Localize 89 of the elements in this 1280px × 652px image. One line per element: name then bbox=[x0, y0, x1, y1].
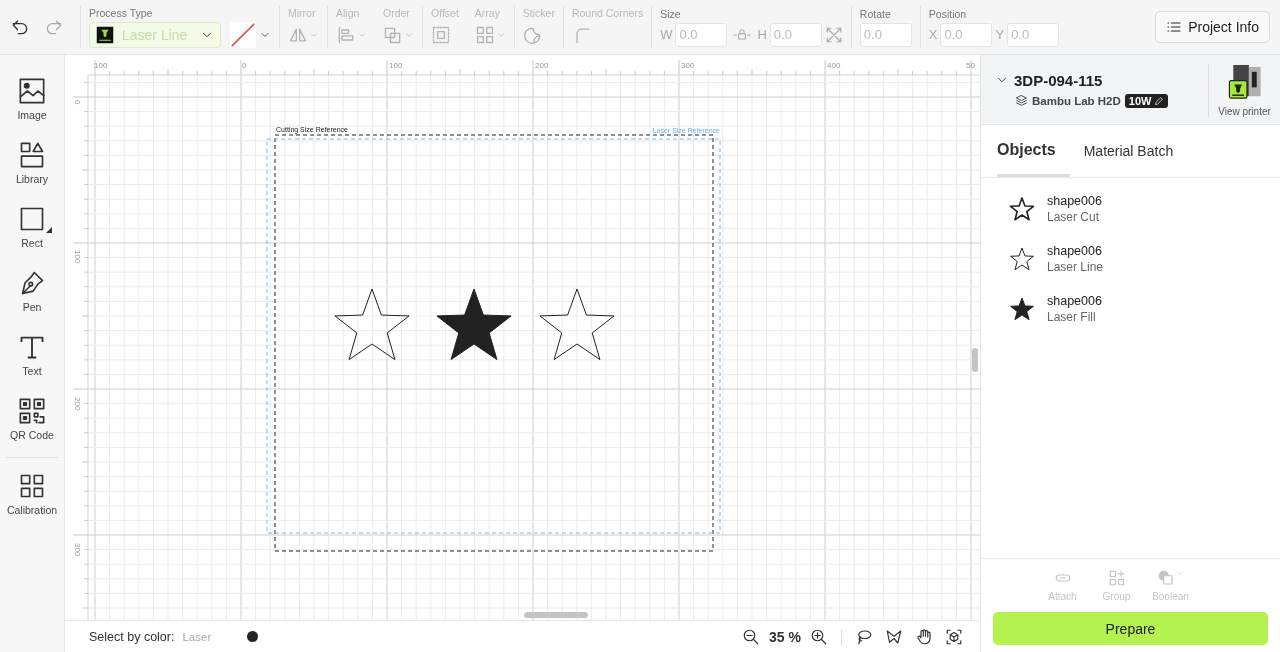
laser-icon bbox=[96, 25, 114, 44]
ruler-label: 0 bbox=[242, 61, 247, 70]
sidebar-item[interactable]: Rect bbox=[2, 205, 62, 269]
position-label: Position bbox=[928, 7, 968, 20]
shapes-icon bbox=[18, 141, 46, 169]
hand-icon[interactable] bbox=[915, 627, 933, 646]
boolean-icon bbox=[1157, 569, 1175, 587]
horizontal-scrollbar[interactable] bbox=[524, 612, 588, 618]
object-process: Laser Line bbox=[1047, 260, 1104, 274]
star-icon bbox=[1009, 246, 1035, 272]
list-icon bbox=[1166, 19, 1183, 35]
field-prefix: Y bbox=[995, 27, 1005, 42]
expand-icon[interactable] bbox=[824, 25, 843, 44]
field-prefix: H bbox=[757, 27, 767, 42]
field-prefix: X bbox=[928, 27, 938, 42]
sidebar-item[interactable]: Pen bbox=[2, 269, 62, 333]
laser-power-badge[interactable]: 10W bbox=[1124, 93, 1169, 108]
square-icon bbox=[18, 205, 46, 233]
zoom-in-icon[interactable] bbox=[810, 627, 828, 646]
slash-icon bbox=[230, 21, 256, 48]
object-list-item[interactable]: shape006 Laser Cut bbox=[981, 184, 1280, 234]
undo-icon[interactable] bbox=[10, 17, 30, 37]
select-tool-icon[interactable] bbox=[885, 627, 903, 646]
grid-icon[interactable] bbox=[474, 24, 495, 45]
zoom-out-icon[interactable] bbox=[742, 627, 761, 646]
image-icon bbox=[18, 77, 46, 105]
tool-label: Offset bbox=[431, 6, 459, 19]
layers-icon bbox=[1015, 94, 1028, 107]
object-name: shape006 bbox=[1047, 244, 1103, 258]
tool-label: Mirror bbox=[288, 6, 316, 19]
align-left-icon[interactable] bbox=[336, 24, 356, 45]
printer-model: Bambu Lab H2D bbox=[1032, 94, 1121, 107]
caret-icon bbox=[1175, 569, 1184, 578]
filled-star-icon bbox=[1009, 296, 1035, 322]
project-info-button[interactable]: Project Info bbox=[1155, 11, 1270, 43]
line-color-select[interactable] bbox=[230, 21, 256, 48]
ruler-label: 100 bbox=[73, 250, 82, 264]
prepare-button[interactable]: Prepare bbox=[993, 612, 1268, 645]
ruler-label: 300 bbox=[73, 543, 82, 557]
sidebar-item[interactable]: Text bbox=[2, 333, 62, 397]
ruler-label: 50 bbox=[966, 61, 975, 70]
panel-tab[interactable]: Objects bbox=[997, 125, 1070, 177]
tool-label: Sticker bbox=[522, 6, 555, 19]
outlined-star[interactable] bbox=[539, 288, 615, 361]
ruler-label: 200 bbox=[535, 61, 549, 70]
object-process: Laser Cut bbox=[1047, 210, 1101, 224]
panel-tab[interactable]: Material Batch bbox=[1083, 125, 1190, 177]
sidebar-item[interactable]: Image bbox=[2, 77, 62, 141]
object-list-item[interactable]: shape006 Laser Fill bbox=[981, 284, 1280, 334]
object-name: shape006 bbox=[1047, 194, 1102, 208]
ruler-label: 400 bbox=[827, 61, 841, 70]
tool-label: Round Corners bbox=[571, 6, 644, 19]
object-name: shape006 bbox=[1047, 294, 1102, 308]
pencil-icon bbox=[1154, 95, 1165, 106]
ruler-label: 100 bbox=[94, 61, 108, 70]
grid-icon bbox=[18, 472, 46, 500]
outlined-star[interactable] bbox=[334, 288, 410, 361]
vertical-scrollbar[interactable] bbox=[972, 348, 978, 372]
tool-label: Array bbox=[474, 6, 500, 19]
lasso-icon[interactable] bbox=[855, 627, 873, 646]
printer-name[interactable]: 3DP-094-115 bbox=[1014, 71, 1103, 89]
size-label: Size bbox=[660, 7, 682, 20]
filled-star[interactable] bbox=[436, 288, 512, 361]
star-icon bbox=[1009, 196, 1035, 222]
rotate-label: Rotate bbox=[859, 7, 892, 20]
ruler-label: 100 bbox=[389, 61, 403, 70]
redo-icon[interactable] bbox=[44, 17, 64, 37]
group-icon bbox=[1107, 569, 1126, 587]
offset-icon[interactable] bbox=[431, 24, 451, 45]
sidebar-item[interactable]: Calibration bbox=[2, 472, 62, 536]
fit-view-icon[interactable] bbox=[945, 627, 963, 646]
object-list-item[interactable]: shape006 Laser Line bbox=[981, 234, 1280, 284]
process-type-label: Process Type bbox=[89, 6, 154, 19]
color-dot[interactable] bbox=[247, 631, 259, 642]
zoom-level: 35 % bbox=[769, 628, 801, 645]
tool-label: Order bbox=[383, 6, 410, 19]
ruler-label: 200 bbox=[73, 397, 82, 411]
ruler-label: 300 bbox=[681, 61, 695, 70]
process-filter-label: Laser bbox=[182, 630, 212, 643]
sidebar-item[interactable]: Library bbox=[2, 141, 62, 205]
sidebar-item[interactable]: QR Code bbox=[2, 397, 62, 461]
field-prefix: W bbox=[660, 27, 673, 42]
select-by-color-label: Select by color: bbox=[89, 629, 175, 644]
object-process: Laser Fill bbox=[1047, 310, 1097, 324]
corner-triangle-icon[interactable] bbox=[46, 227, 52, 233]
qr-code-icon bbox=[18, 397, 46, 425]
ruler-label: 0 bbox=[73, 100, 82, 105]
tool-label: Align bbox=[336, 6, 360, 19]
view-printer-button[interactable]: View printer bbox=[1208, 64, 1280, 117]
